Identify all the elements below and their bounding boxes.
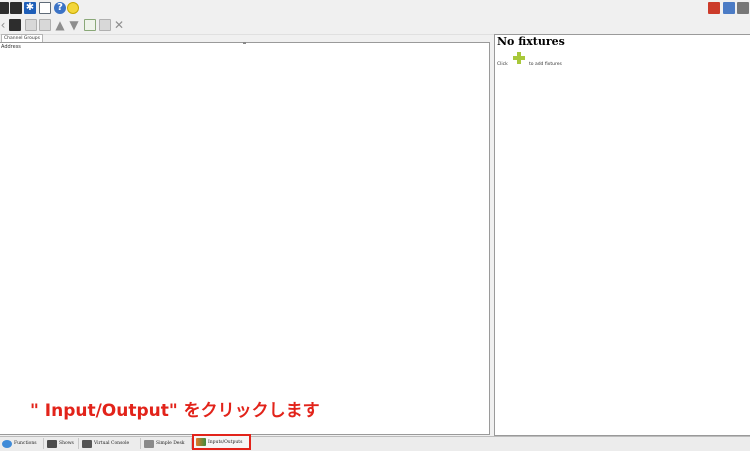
click-text: Click [497,62,508,67]
tab-shows[interactable]: Shows [45,437,77,450]
add-fixture-icon[interactable] [513,52,525,64]
tab-virtual-console-label: Virtual Console [94,441,130,446]
virtual-console-icon [82,439,92,448]
help-icon[interactable]: ? [54,2,66,14]
tab-inputs-outputs[interactable]: Inputs/Outputs [192,434,251,450]
tab-shows-label: Shows [59,441,74,446]
fixture-tree-panel[interactable] [0,42,490,435]
simple-desk-icon [144,439,154,448]
address-column-header[interactable]: Address [1,44,21,50]
fixture-info-panel [494,34,750,436]
edit-toolbar: ‹ ▲ ▼ ✕ [0,17,750,35]
functions-icon [2,439,12,448]
tab-virtual-console[interactable]: Virtual Console [80,437,138,450]
bulb-icon[interactable] [67,2,79,14]
tab-functions-label: Functions [14,441,37,446]
import-icon[interactable] [84,19,96,31]
terminal-icon[interactable] [10,2,22,14]
splitter-handle[interactable] [243,42,246,44]
window-icon[interactable] [39,2,51,14]
export-icon[interactable] [99,19,111,31]
tab-simple-desk-label: Simple Desk [156,441,185,446]
list-icon[interactable] [25,19,37,31]
tab-inputs-outputs-label: Inputs/Outputs [208,439,243,445]
add-fixtures-text: to add fixtures [529,62,562,67]
back-icon[interactable]: ‹ [0,19,9,31]
tab-simple-desk[interactable]: Simple Desk [142,437,190,450]
arrow-down-icon[interactable]: ▼ [68,19,80,31]
no-fixtures-title: No fixtures [497,35,565,48]
instruction-annotation: " Input/Output" をクリックします [30,401,320,421]
shows-icon [47,439,57,448]
arrow-up-icon[interactable]: ▲ [54,19,66,31]
image-icon[interactable] [9,19,21,31]
print-icon[interactable] [737,2,749,14]
grid-icon[interactable]: ✱ [24,2,36,14]
group-icon[interactable] [39,19,51,31]
save-icon[interactable] [0,2,9,14]
color-fixture-icon[interactable] [708,2,720,14]
tab-functions[interactable]: Functions [0,437,42,450]
shuffle-icon[interactable]: ✕ [113,19,125,31]
inputs-outputs-icon [196,438,206,446]
scene-icon[interactable] [723,2,735,14]
main-toolbar: ✱ ? [0,0,750,17]
